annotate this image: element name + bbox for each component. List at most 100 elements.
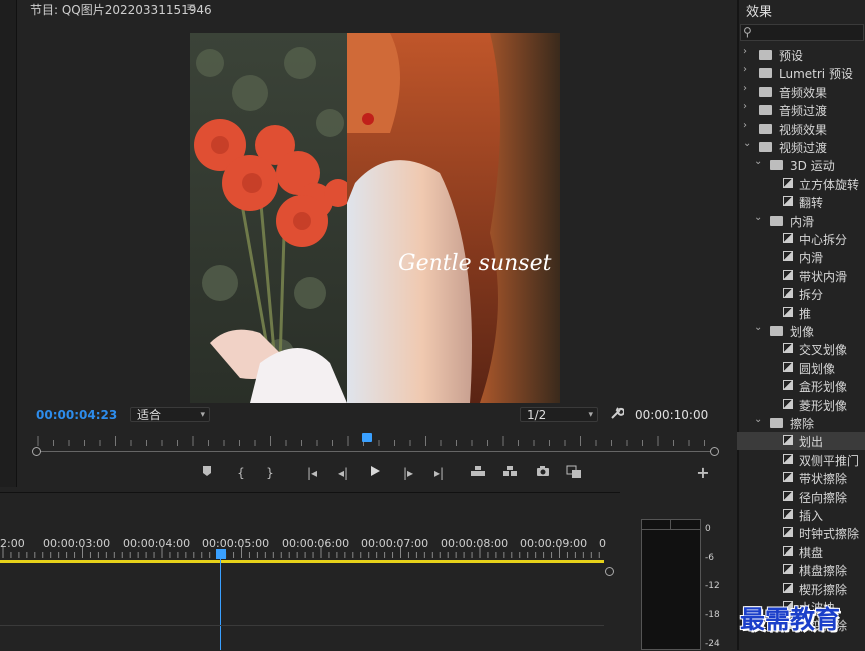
effects-item[interactable]: 翻转 <box>737 193 865 211</box>
effects-item-label: 中心拆分 <box>799 233 848 247</box>
effects-item-label: 棋盘擦除 <box>799 564 848 579</box>
extract-icon[interactable] <box>502 465 518 481</box>
add-button-icon[interactable]: + <box>695 465 711 481</box>
folder-icon <box>759 50 772 60</box>
effects-item-label: 带状内滑 <box>799 269 848 284</box>
compare-icon[interactable] <box>566 465 582 481</box>
effects-item[interactable]: 推 <box>737 304 865 322</box>
effects-item[interactable]: 时钟式擦除 <box>737 524 865 542</box>
current-timecode[interactable]: 00:00:04:23 <box>36 408 117 422</box>
effects-item[interactable]: 径向擦除 <box>737 488 865 506</box>
effects-item-label: 拆分 <box>799 288 824 303</box>
timeline-time-label: 00:00:03:00 <box>43 537 111 550</box>
transition-icon <box>783 509 793 519</box>
fit-dropdown-label: 适合 <box>137 408 162 422</box>
effects-folder[interactable]: › Lumetri 预设 <box>737 64 865 82</box>
effects-item[interactable]: 菱形划像 <box>737 396 865 414</box>
effects-item[interactable]: 中心拆分 <box>737 230 865 248</box>
effects-item-label: 交叉划像 <box>799 343 848 358</box>
effects-folder[interactable]: › 预设 <box>737 46 865 64</box>
effects-item-label: 盒形划像 <box>799 380 848 395</box>
lift-icon[interactable] <box>470 465 486 481</box>
timeline-playhead-handle[interactable] <box>216 549 226 559</box>
timeline-time-label: 00:00:04:00 <box>123 537 191 550</box>
chevron-down-icon[interactable]: ⌄ <box>754 414 762 425</box>
timeline-playhead[interactable] <box>220 559 221 650</box>
marker-icon[interactable] <box>199 465 215 481</box>
chevron-down-icon[interactable]: ⌄ <box>743 138 751 149</box>
effects-folder[interactable]: ⌄ 3D 运动 <box>737 156 865 174</box>
effects-item[interactable]: 立方体旋转 <box>737 175 865 193</box>
timeline-time-label: 00:00:06:00 <box>282 537 350 550</box>
effects-folder[interactable]: ⌄ 划像 <box>737 322 865 340</box>
scrub-ruler[interactable] <box>36 436 716 446</box>
db-label: -24 <box>705 639 720 649</box>
timeline-time-label: 00:00:07:00 <box>361 537 429 550</box>
effects-item-label: 带状擦除 <box>799 472 848 487</box>
effects-search-input[interactable] <box>740 24 864 41</box>
transition-icon <box>783 472 793 483</box>
panel-menu-icon[interactable]: ≡ <box>186 0 196 14</box>
zoom-handle-start[interactable] <box>32 447 41 456</box>
monitor-playhead[interactable] <box>362 433 372 442</box>
effects-item[interactable]: 带状擦除 <box>737 469 865 487</box>
scrub-bar[interactable] <box>36 451 716 452</box>
mark-in-icon[interactable]: { <box>233 465 249 481</box>
effects-item-label: 内滑 <box>790 214 815 229</box>
chevron-right-icon[interactable]: › <box>743 120 747 131</box>
go-to-out-icon[interactable]: ▸| <box>431 465 447 481</box>
transition-icon <box>783 233 793 243</box>
effects-item[interactable]: 楔形擦除 <box>737 580 865 598</box>
step-back-icon[interactable]: ◂| <box>335 465 351 481</box>
effects-folder[interactable]: ⌄ 视频过渡 <box>737 138 865 156</box>
folder-icon <box>770 418 783 428</box>
chevron-right-icon[interactable]: › <box>743 64 747 75</box>
chevron-right-icon[interactable]: › <box>743 83 747 94</box>
transition-icon <box>783 196 793 207</box>
chevron-down-icon[interactable]: ⌄ <box>754 156 762 167</box>
timeline-time-label: 00:00:09:00 <box>520 537 588 550</box>
effects-item[interactable]: 圆划像 <box>737 359 865 377</box>
effects-item[interactable]: 拆分 <box>737 285 865 303</box>
play-icon[interactable] <box>367 465 383 481</box>
effects-item-label: 插入 <box>799 509 824 523</box>
effects-item[interactable]: 划出 <box>737 432 865 451</box>
effects-item[interactable]: 插入 <box>737 506 865 524</box>
watermark-logo: 最需教育 <box>740 605 841 634</box>
effects-item[interactable]: 内滑 <box>737 248 865 266</box>
timeline-time-label: 00:00:05:00 <box>202 537 270 550</box>
effects-item[interactable]: 棋盘擦除 <box>737 561 865 579</box>
chevron-right-icon[interactable]: › <box>743 101 747 112</box>
effects-folder[interactable]: › 音频过渡 <box>737 101 865 119</box>
timeline-time-label: 0 <box>599 537 606 550</box>
left-panel-strip <box>0 0 17 487</box>
folder-icon <box>759 142 772 152</box>
wrench-icon[interactable] <box>610 406 625 423</box>
chevron-right-icon[interactable]: › <box>743 46 747 57</box>
effects-item[interactable]: 盒形划像 <box>737 377 865 395</box>
work-area-bar[interactable] <box>0 560 604 563</box>
transition-icon <box>783 251 793 262</box>
effects-item[interactable]: 带状内滑 <box>737 267 865 285</box>
effects-item[interactable]: 棋盘 <box>737 543 865 561</box>
effects-folder[interactable]: ⌄ 擦除 <box>737 414 865 432</box>
fit-dropdown[interactable]: 适合 ▾ <box>130 407 210 422</box>
camera-icon[interactable] <box>535 465 551 481</box>
effects-folder[interactable]: › 音频效果 <box>737 83 865 101</box>
effects-folder[interactable]: ⌄ 内滑 <box>737 212 865 230</box>
mark-out-icon[interactable]: } <box>262 465 278 481</box>
duration-timecode: 00:00:10:00 <box>635 408 709 422</box>
chevron-down-icon[interactable]: ⌄ <box>754 322 762 333</box>
step-forward-icon[interactable]: |▸ <box>400 465 416 481</box>
effects-item[interactable]: 双侧平推门 <box>737 451 865 469</box>
effects-folder[interactable]: › 视频效果 <box>737 120 865 138</box>
transition-icon <box>783 582 793 593</box>
timeline-zoom-handle[interactable] <box>605 567 614 576</box>
timeline-time-label: 2:00 <box>0 537 25 550</box>
go-to-in-icon[interactable]: |◂ <box>304 465 320 481</box>
resolution-dropdown[interactable]: 1/2 ▾ <box>520 407 598 422</box>
zoom-handle-end[interactable] <box>710 447 719 456</box>
effects-item-label: 推 <box>799 306 812 321</box>
effects-item[interactable]: 交叉划像 <box>737 340 865 358</box>
chevron-down-icon[interactable]: ⌄ <box>754 212 762 223</box>
